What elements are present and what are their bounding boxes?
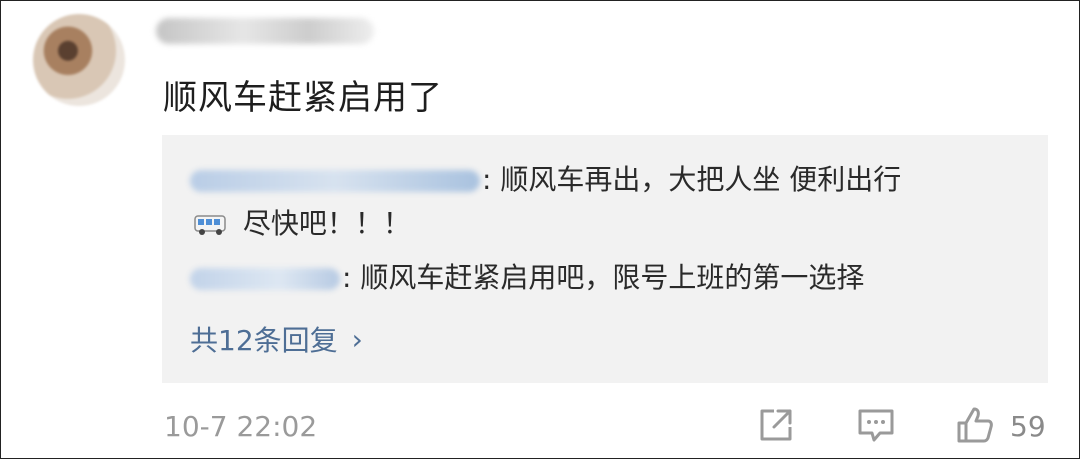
timestamp: 10-7 22:02 [164, 410, 318, 443]
reply-item[interactable]: : 顺风车再出，大把人坐 便利出行 尽快吧！！！ [190, 158, 920, 246]
replies-box[interactable]: : 顺风车再出，大把人坐 便利出行 尽快吧！！！ : 顺风车赶紧启用吧，限号上班… [162, 135, 1048, 383]
more-replies-label: 共12条回复 [190, 324, 338, 357]
bus-icon [194, 215, 226, 235]
reply-text: : 顺风车再出，大把人坐 便利出行 [482, 163, 902, 196]
reply-username-blurred[interactable] [190, 170, 480, 192]
thumbs-up-icon[interactable] [955, 405, 995, 445]
avatar[interactable] [33, 14, 125, 106]
comment-icon[interactable] [856, 405, 896, 445]
like-count: 59 [1010, 410, 1046, 443]
reply-text: : 顺风车赶紧启用吧，限号上班的第一选择 [342, 261, 865, 294]
reply-username-blurred[interactable] [190, 268, 340, 290]
share-icon[interactable] [756, 405, 796, 445]
reply-text-suffix: 尽快吧！！！ [234, 207, 411, 240]
username-blurred[interactable] [156, 18, 374, 44]
comment-text: 顺风车赶紧启用了 [163, 78, 443, 118]
view-more-replies-link[interactable]: 共12条回复 › [190, 319, 363, 359]
chevron-right-icon: › [351, 322, 363, 356]
reply-item[interactable]: : 顺风车赶紧启用吧，限号上班的第一选择 [190, 256, 864, 300]
